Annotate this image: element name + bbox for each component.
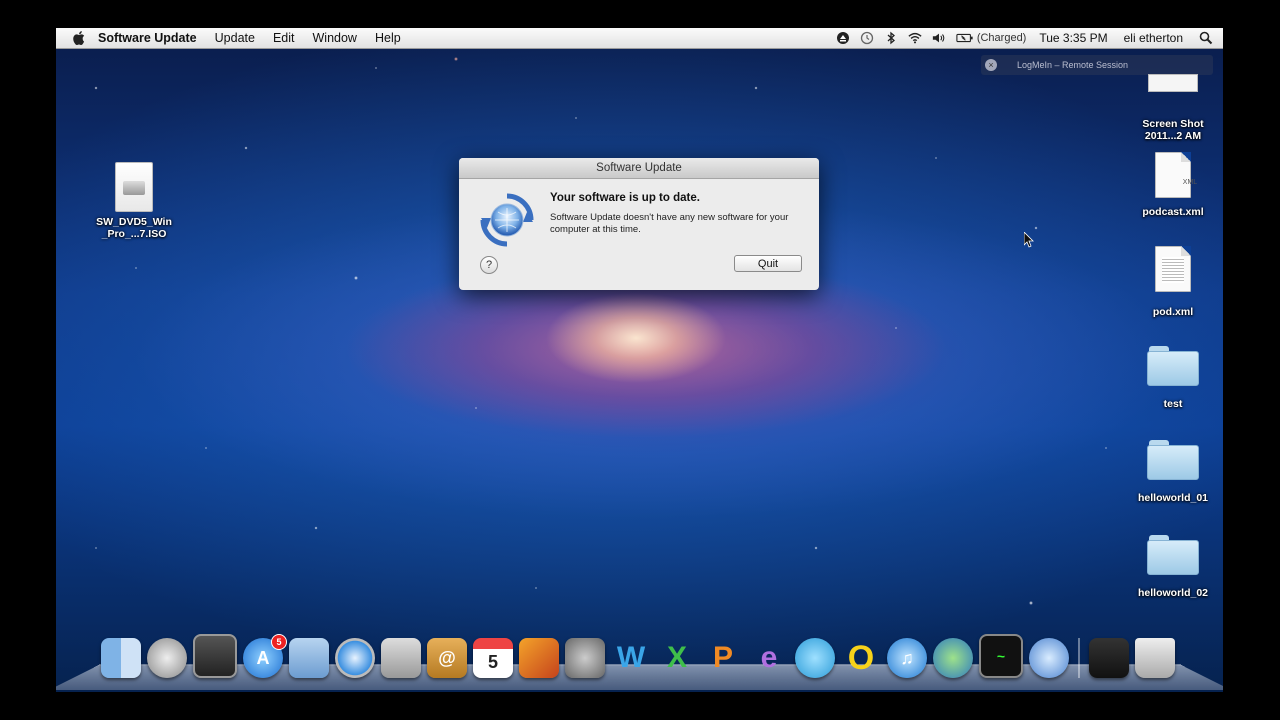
dock-software-update-icon[interactable] bbox=[1029, 638, 1069, 678]
desktop: Software Update Update Edit Window Help bbox=[56, 28, 1223, 692]
dock-activity-monitor-icon[interactable]: ~ bbox=[979, 634, 1023, 678]
dock-separator bbox=[1078, 638, 1080, 678]
desktop-icon-label: pod.xml bbox=[1152, 306, 1194, 318]
dock-powerpoint-icon[interactable]: P bbox=[703, 638, 743, 678]
menu-window[interactable]: Window bbox=[304, 31, 366, 45]
dock-facetime-icon[interactable] bbox=[381, 638, 421, 678]
desktop-icon-test[interactable]: test bbox=[1123, 346, 1223, 410]
mouse-cursor-icon bbox=[1024, 232, 1034, 248]
dock-ical-icon[interactable]: 5 bbox=[473, 638, 513, 678]
wifi-icon[interactable] bbox=[903, 31, 927, 45]
dock-opera-icon[interactable]: O bbox=[841, 638, 881, 678]
battery-icon[interactable]: (Charged) bbox=[951, 31, 1032, 45]
desktop-icon-pod-xml[interactable]: pod.xml bbox=[1123, 246, 1223, 318]
clock[interactable]: Tue 3:35 PM bbox=[1031, 31, 1115, 45]
dock-entourage-icon[interactable]: e bbox=[749, 638, 789, 678]
desktop-icon-helloworld-02[interactable]: helloworld_02 bbox=[1123, 535, 1223, 599]
battery-status: (Charged) bbox=[976, 32, 1027, 44]
dock-app-store-icon[interactable]: A 5 bbox=[243, 634, 287, 678]
software-update-icon bbox=[480, 193, 534, 247]
dialog-title[interactable]: Software Update bbox=[459, 158, 819, 179]
menu-extras: (Charged) Tue 3:35 PM eli etherton bbox=[831, 28, 1223, 48]
xml-file-icon: XML bbox=[1155, 152, 1197, 198]
dialog-message: Software Update doesn't have any new sof… bbox=[550, 212, 789, 235]
dock-address-book-icon[interactable]: @ bbox=[427, 638, 467, 678]
volume-icon[interactable] bbox=[927, 31, 951, 45]
logmein-session-bar: × LogMeIn – Remote Session bbox=[981, 55, 1213, 75]
apple-logo-icon[interactable] bbox=[72, 31, 86, 45]
bluetooth-icon[interactable] bbox=[879, 31, 903, 45]
file-type-tag: XML bbox=[1182, 179, 1198, 186]
dock-finder-icon[interactable] bbox=[101, 638, 141, 678]
eject-icon[interactable] bbox=[831, 31, 855, 45]
dock-messenger-icon[interactable] bbox=[795, 638, 835, 678]
spotlight-search-icon[interactable] bbox=[1191, 31, 1223, 45]
desktop-icon-label: helloworld_01 bbox=[1137, 492, 1209, 504]
desktop-icon-iso[interactable]: SW_DVD5_Win_Pro_...7.ISO bbox=[84, 162, 184, 240]
dock-itunes-icon[interactable]: ♫ bbox=[887, 638, 927, 678]
text-file-icon bbox=[1155, 246, 1191, 292]
dock-iphoto-icon[interactable] bbox=[519, 638, 559, 678]
quit-button[interactable]: Quit bbox=[734, 255, 802, 272]
menu-help[interactable]: Help bbox=[366, 31, 410, 45]
folder-icon bbox=[1147, 535, 1199, 575]
dock-trash-icon[interactable] bbox=[1135, 638, 1175, 678]
menu-update[interactable]: Update bbox=[206, 31, 264, 45]
disk-image-icon bbox=[115, 162, 153, 212]
software-update-dialog: Software Update Your software is up to d… bbox=[459, 158, 819, 290]
help-button[interactable]: ? bbox=[480, 256, 498, 274]
dock: A 5 @ 5 W X P e O ♫ ~ bbox=[98, 632, 1198, 678]
dock-mission-control-icon[interactable] bbox=[193, 634, 237, 678]
desktop-icon-label: helloworld_02 bbox=[1137, 587, 1209, 599]
logmein-label: LogMeIn – Remote Session bbox=[1017, 60, 1129, 70]
dock-word-icon[interactable]: W bbox=[611, 638, 651, 678]
desktop-icon-helloworld-01[interactable]: helloworld_01 bbox=[1123, 440, 1223, 504]
dock-excel-icon[interactable]: X bbox=[657, 638, 697, 678]
desktop-icon-label: test bbox=[1163, 398, 1183, 410]
menu-app-name[interactable]: Software Update bbox=[96, 31, 206, 45]
calendar-day: 5 bbox=[487, 651, 498, 672]
folder-icon bbox=[1147, 346, 1199, 386]
dock-mail-icon[interactable] bbox=[289, 638, 329, 678]
dialog-heading: Your software is up to date. bbox=[550, 192, 700, 204]
logmein-close-icon[interactable]: × bbox=[985, 59, 997, 71]
menu-bar: Software Update Update Edit Window Help bbox=[56, 28, 1223, 49]
dock-system-preferences-icon[interactable] bbox=[565, 638, 605, 678]
dock-network-utility-icon[interactable] bbox=[933, 638, 973, 678]
time-machine-icon[interactable] bbox=[855, 31, 879, 45]
wallpaper-stars bbox=[56, 28, 1223, 692]
desktop-icon-podcast-xml[interactable]: XML podcast.xml bbox=[1123, 152, 1223, 218]
app-store-badge: 5 bbox=[271, 634, 287, 650]
screenshot-file-icon bbox=[1148, 74, 1198, 92]
menu-edit[interactable]: Edit bbox=[264, 31, 304, 45]
dock-downloads-stack-icon[interactable] bbox=[1089, 638, 1129, 678]
desktop-icon-label: SW_DVD5_Win_Pro_...7.ISO bbox=[96, 216, 172, 240]
desktop-icon-label: Screen Shot 2011...2 AM bbox=[1142, 118, 1204, 142]
dock-launchpad-icon[interactable] bbox=[147, 638, 187, 678]
folder-icon bbox=[1147, 440, 1199, 480]
desktop-icon-screenshot[interactable]: Screen Shot 2011...2 AM bbox=[1123, 74, 1223, 142]
desktop-icon-label: podcast.xml bbox=[1142, 206, 1204, 218]
dock-safari-icon[interactable] bbox=[335, 638, 375, 678]
user-name[interactable]: eli etherton bbox=[1116, 31, 1191, 45]
